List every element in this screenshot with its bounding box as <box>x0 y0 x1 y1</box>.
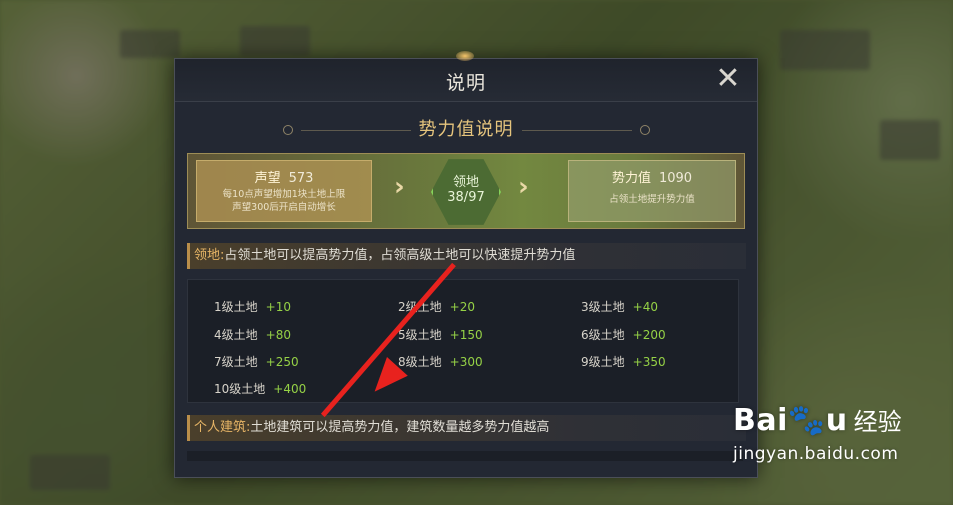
territory-hexagon: 领地 38/97 <box>431 159 501 225</box>
list-item: 7级土地 +250 <box>214 355 299 369</box>
list-item: 8级土地 +300 <box>398 355 483 369</box>
influence-desc: 占领土地提升势力值 <box>609 194 695 205</box>
section-heading: 势力值说明 <box>175 115 757 141</box>
ornament-left-icon <box>282 125 293 135</box>
reputation-desc-line2: 声望300后开启自动增长 <box>232 202 336 213</box>
section-title: 势力值说明 <box>418 119 514 140</box>
reputation-desc-line1: 每10点声望增加1块土地上限 <box>222 189 346 200</box>
building-info-text: 土地建筑可以提高势力值，建筑数量越多势力值越高 <box>250 420 550 435</box>
reputation-value: 573 <box>288 171 314 186</box>
territory-info-text: 占领土地可以提高势力值，占领高级土地可以快速提升势力值 <box>224 248 576 263</box>
list-item: 10级土地 +400 <box>214 382 307 396</box>
watermark-brand-suffix: u <box>825 403 848 438</box>
territory-label: 领地 <box>452 175 479 190</box>
watermark-cn: 经验 <box>853 408 902 436</box>
reputation-box: 声望 573 每10点声望增加1块土地上限 声望300后开启自动增长 <box>196 160 372 222</box>
close-icon: ✕ <box>715 61 741 96</box>
ornament-right-icon <box>639 125 650 135</box>
influence-flow-banner: 声望 573 每10点声望增加1块土地上限 声望300后开启自动增长 › 领地 3… <box>187 153 745 229</box>
chevron-right-icon: › <box>518 172 529 202</box>
territory-value: 38/97 <box>447 190 485 205</box>
influence-value: 1090 <box>658 171 693 186</box>
territory-info-bar: 领地:占领土地可以提高势力值，占领高级土地可以快速提升势力值 <box>187 243 746 269</box>
territory-info-label: 领地: <box>194 248 225 263</box>
baidu-jingyan-watermark: Bai🐾u 经验 jingyan.baidu.com <box>733 402 933 464</box>
land-level-list: 1级土地+10 2级土地+20 3级土地+40 4级土地+80 5级土地+150… <box>187 279 739 403</box>
list-item: 3级土地 +40 <box>581 300 658 314</box>
dialog-title: 说明 <box>445 72 486 94</box>
divider-right <box>521 129 632 131</box>
info-dialog: 说明 ✕ 势力值说明 声望 573 每10点声望增加1块土地上限 声望300后开启… <box>174 51 758 478</box>
paw-icon: 🐾 <box>787 403 826 438</box>
watermark-url: jingyan.baidu.com <box>733 444 899 464</box>
close-button[interactable]: ✕ <box>713 64 743 95</box>
list-item: 9级土地 +350 <box>581 355 666 369</box>
chevron-right-icon: › <box>394 172 405 202</box>
list-item: 1级土地 +10 <box>214 300 291 314</box>
dialog-title-bar: 说明 ✕ <box>175 51 757 102</box>
list-item: 4级土地 +80 <box>214 328 291 342</box>
title-glow-ornament <box>456 51 474 61</box>
influence-label: 势力值 <box>611 171 651 186</box>
building-info-label: 个人建筑: <box>194 420 251 435</box>
list-item: 6级土地 +200 <box>581 328 666 342</box>
divider-left <box>300 129 411 131</box>
watermark-brand: Bai <box>733 403 788 438</box>
influence-box: 势力值 1090 占领土地提升势力值 <box>568 160 736 222</box>
reputation-label: 声望 <box>254 171 281 186</box>
scroll-area-bottom <box>187 451 743 461</box>
building-info-bar: 个人建筑:土地建筑可以提高势力值，建筑数量越多势力值越高 <box>187 415 746 441</box>
list-item: 5级土地 +150 <box>398 328 483 342</box>
